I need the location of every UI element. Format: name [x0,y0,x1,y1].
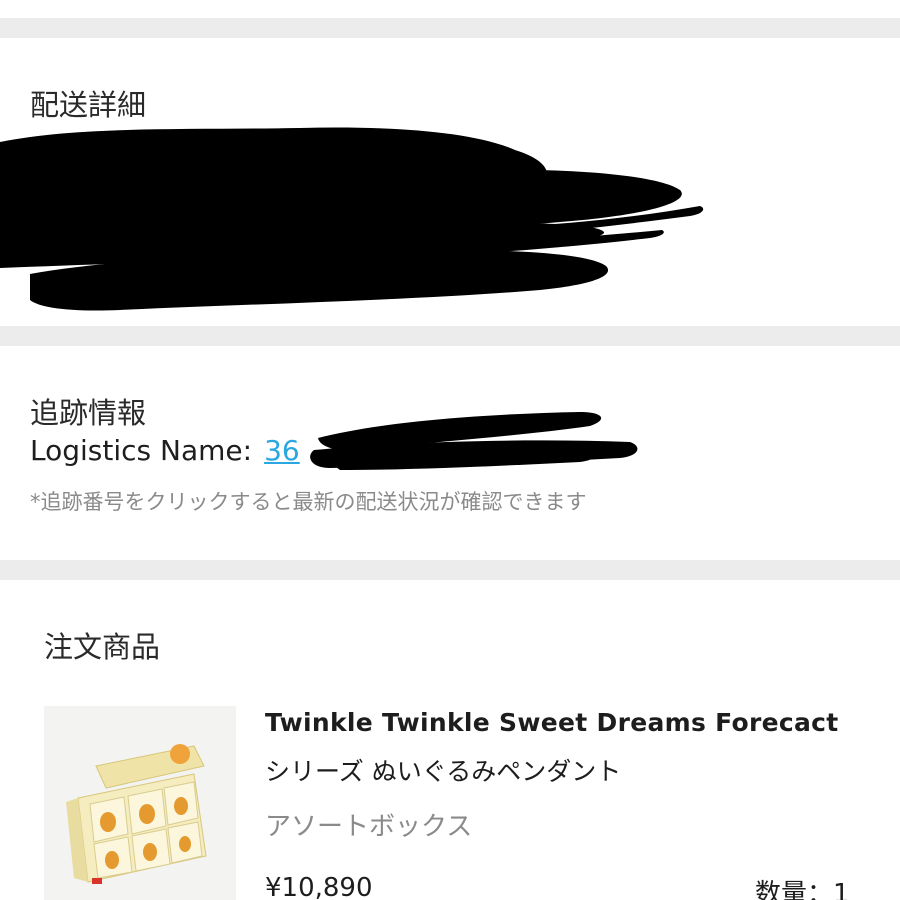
product-quantity: 数量：1 [755,879,850,900]
delivery-details-card: 配送詳細 [0,38,900,326]
product-image[interactable] [44,706,236,900]
product-price: ¥10,890 [265,873,373,900]
ordered-products-card: 注文商品 Twinkle Twinkle Sweet Dreams Foreca… [0,580,900,900]
tracking-number-redaction [310,412,638,470]
product-box-illustration [44,706,236,900]
top-card-edge [0,0,900,18]
delivery-address-redaction [0,127,704,311]
tracking-info-card: 追跡情報 Logistics Name: 36 *追跡番号をクリックすると最新の配… [0,346,900,560]
product-variant: アソートボックス [265,812,473,842]
tracking-note: *追跡番号をクリックすると最新の配送状況が確認できます [30,490,587,514]
product-name[interactable]: Twinkle Twinkle Sweet Dreams Forecact [265,708,839,737]
product-name-line2[interactable]: シリーズ ぬいぐるみペンダント [265,752,621,788]
ordered-products-title: 注文商品 [44,630,161,664]
order-detail-page: 配送詳細 追跡情報 Logistics Name: 36 *追跡番号をクリックす… [0,0,900,900]
